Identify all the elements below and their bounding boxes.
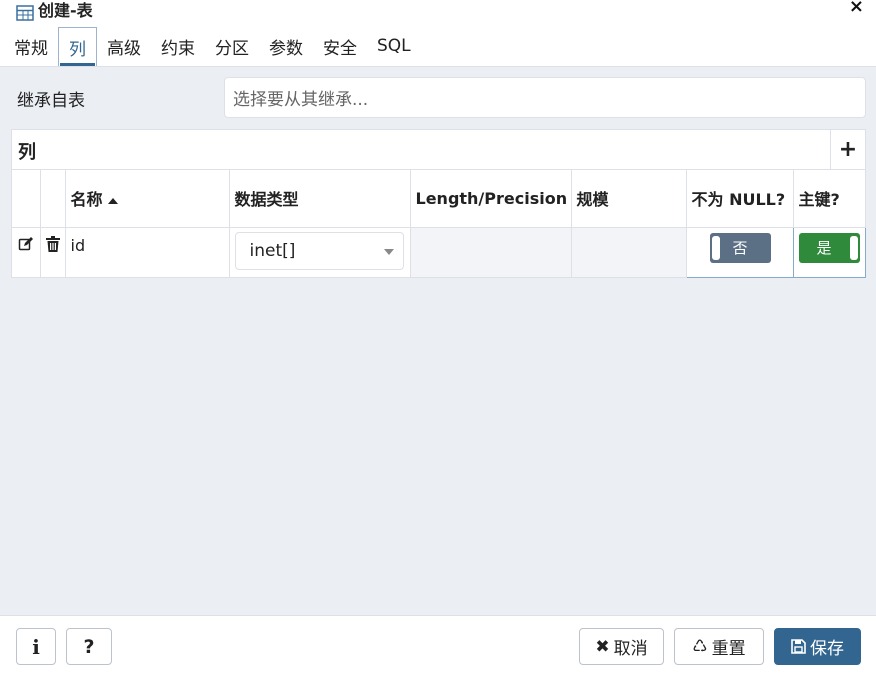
sort-asc-icon xyxy=(107,197,118,204)
primary-key-toggle[interactable]: 是 xyxy=(798,232,860,263)
header-scale: 规模 xyxy=(571,170,687,228)
primary-key-toggle-label: 是 xyxy=(816,239,832,257)
delete-cell xyxy=(40,227,66,278)
data-type-select[interactable]: inet[] xyxy=(234,231,404,270)
help-icon: ? xyxy=(83,635,95,658)
table-header-row: 名称 数据类型 Length/Precision 规模 不为 NULL? 主键? xyxy=(12,170,865,228)
help-button[interactable]: ? xyxy=(66,628,112,665)
cancel-button[interactable]: ✖ 取消 xyxy=(579,628,664,665)
tab-columns[interactable]: 列 xyxy=(58,27,97,66)
columns-grid-title: 列 xyxy=(18,142,36,163)
data-type-value: inet[] xyxy=(249,240,296,261)
tab-advanced[interactable]: 高级 xyxy=(97,26,151,66)
table-icon xyxy=(16,5,34,21)
primary-key-cell: 是 xyxy=(792,226,866,278)
toggle-knob xyxy=(849,235,858,260)
scale-cell xyxy=(571,227,687,278)
tab-security[interactable]: 安全 xyxy=(313,26,367,66)
tab-general[interactable]: 常规 xyxy=(4,26,58,66)
table-row: id inet[] 否 是 xyxy=(12,226,866,278)
add-column-button[interactable]: + xyxy=(830,130,865,169)
cancel-label: 取消 xyxy=(613,639,648,659)
header-name-label: 名称 xyxy=(70,190,103,210)
save-label: 保存 xyxy=(810,639,844,659)
header-name[interactable]: 名称 xyxy=(65,170,230,228)
header-not-null: 不为 NULL? xyxy=(686,170,794,228)
close-icon: ✖ xyxy=(595,636,610,657)
column-type-cell: inet[] xyxy=(229,227,411,278)
columns-table: 名称 数据类型 Length/Precision 规模 不为 NULL? 主键? xyxy=(12,170,866,278)
recycle-icon: ♺ xyxy=(692,636,708,657)
dialog-title: 创建-表 xyxy=(38,1,93,20)
tab-bar: 常规 列 高级 约束 分区 参数 安全 SQL xyxy=(0,26,876,67)
header-edit xyxy=(12,170,41,228)
tab-partitions[interactable]: 分区 xyxy=(205,26,259,66)
not-null-cell: 否 xyxy=(685,226,794,278)
info-button[interactable]: i xyxy=(16,628,56,665)
not-null-toggle-label: 否 xyxy=(732,239,748,257)
header-delete xyxy=(40,170,66,228)
reset-button[interactable]: ♺ 重置 xyxy=(674,628,764,665)
tab-parameters[interactable]: 参数 xyxy=(259,26,313,66)
dialog-footer: i ? ✖ 取消 ♺ 重置 保存 xyxy=(0,615,876,673)
trash-icon[interactable] xyxy=(45,235,60,252)
info-icon: i xyxy=(32,634,40,659)
chevron-down-icon xyxy=(383,248,394,255)
close-icon[interactable]: × xyxy=(849,0,864,16)
inherit-row: 继承自表 选择要从其继承... xyxy=(0,67,876,127)
header-primary-key: 主键? xyxy=(793,170,865,228)
reset-label: 重置 xyxy=(711,639,746,659)
header-data-type: 数据类型 xyxy=(229,170,411,228)
columns-grid-header: 列 + xyxy=(12,130,865,170)
dialog-titlebar: 创建-表 × xyxy=(0,0,876,26)
tab-sql[interactable]: SQL xyxy=(367,26,421,66)
toggle-knob xyxy=(711,235,720,260)
header-length: Length/Precision xyxy=(410,170,572,228)
save-button[interactable]: 保存 xyxy=(774,628,861,665)
inherit-label: 继承自表 xyxy=(17,91,85,111)
length-cell xyxy=(410,227,572,278)
edit-cell xyxy=(12,227,41,278)
not-null-toggle[interactable]: 否 xyxy=(709,232,771,263)
edit-icon[interactable] xyxy=(18,236,34,252)
inherit-select[interactable]: 选择要从其继承... xyxy=(224,77,866,118)
save-icon xyxy=(791,639,806,654)
tab-constraints[interactable]: 约束 xyxy=(151,26,205,66)
column-name-cell[interactable]: id xyxy=(65,227,230,278)
columns-grid: 列 + 名称 数据类型 Length/Precision 规模 不为 NULL?… xyxy=(11,129,866,278)
